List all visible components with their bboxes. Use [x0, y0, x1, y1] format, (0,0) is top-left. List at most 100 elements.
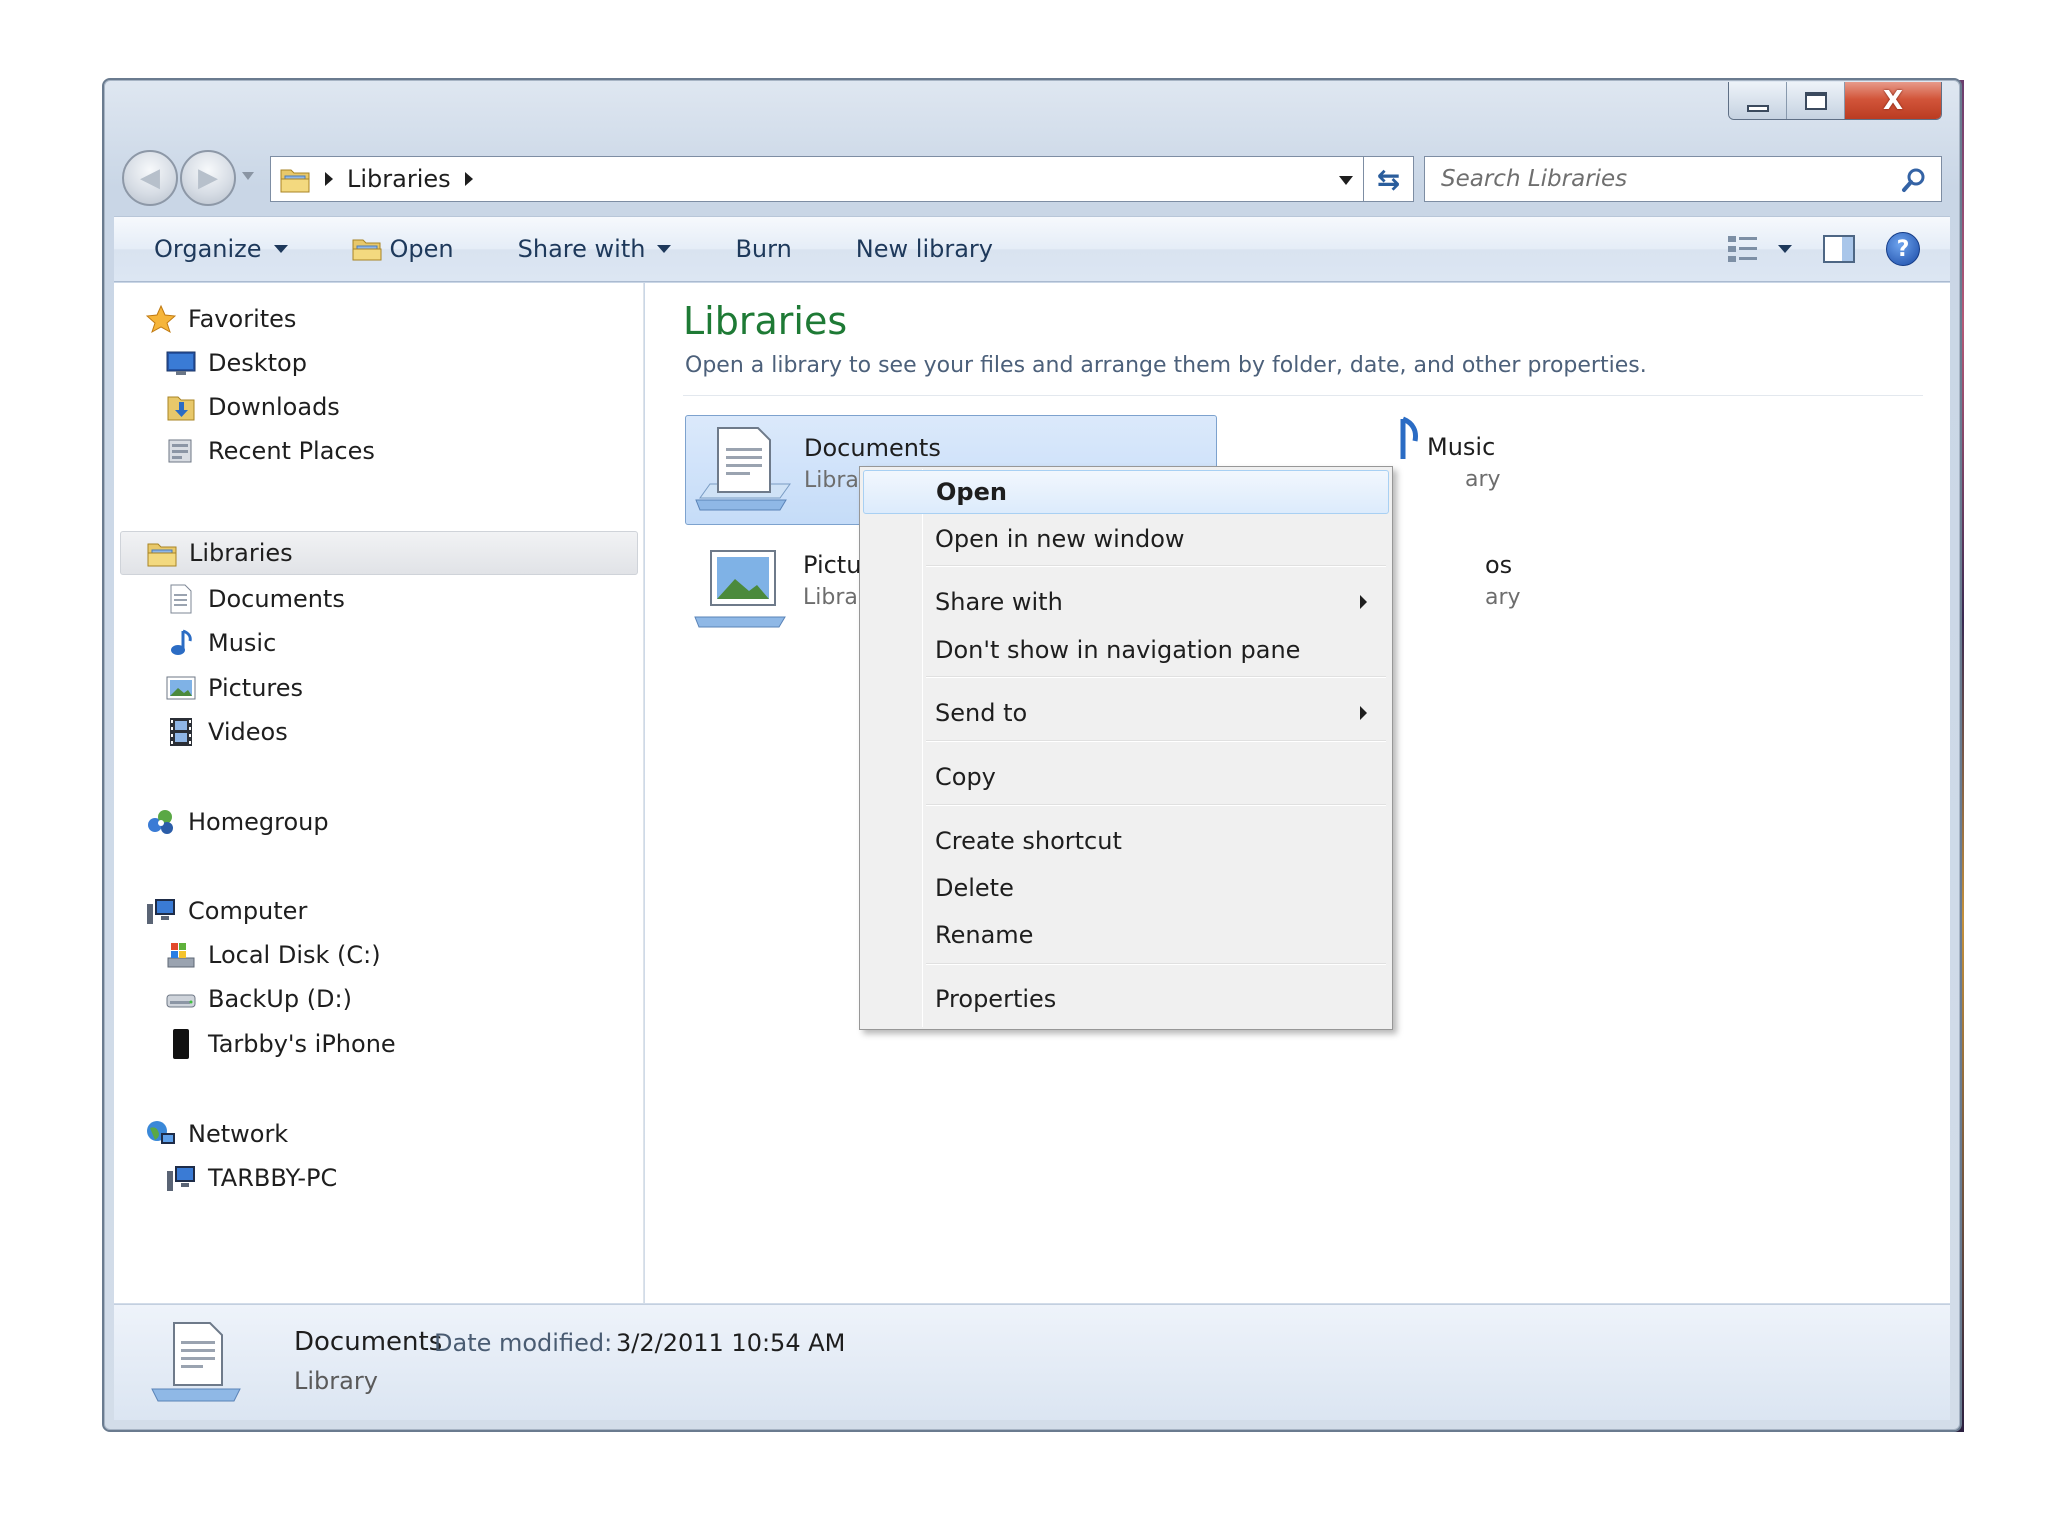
open-folder-icon — [352, 239, 382, 261]
local-disk-icon — [164, 939, 198, 971]
recent-pages-dropdown[interactable] — [242, 172, 254, 180]
pictures-library-icon — [694, 550, 786, 628]
menu-item-label: Share with — [935, 588, 1063, 616]
nav-tarbby-pc[interactable]: TARBBY-PC — [164, 1162, 337, 1194]
nav-computer[interactable]: Computer — [144, 895, 307, 927]
menu-item-properties[interactable]: Properties — [863, 977, 1389, 1021]
refresh-icon: ⇆ — [1376, 162, 1401, 196]
view-controls: ? — [1726, 217, 1920, 281]
burn-label: Burn — [735, 235, 792, 263]
nav-libraries[interactable]: Libraries — [120, 531, 638, 575]
burn-button[interactable]: Burn — [691, 217, 811, 281]
context-menu: Open Open in new window Share with Don't… — [859, 466, 1393, 1030]
nav-network-label: Network — [188, 1120, 289, 1148]
nav-iphone[interactable]: Tarbby's iPhone — [164, 1028, 396, 1060]
nav-local-disk-c[interactable]: Local Disk (C:) — [164, 939, 381, 971]
libraries-folder-icon — [280, 169, 310, 193]
details-date-value: 3/2/2011 10:54 AM — [616, 1329, 846, 1357]
maximize-button[interactable] — [1787, 82, 1845, 119]
submenu-arrow-icon — [1360, 706, 1367, 720]
close-button[interactable]: X — [1845, 82, 1941, 119]
tile-name: Music — [1427, 433, 1496, 461]
documents-library-icon — [151, 1322, 241, 1402]
nav-videos[interactable]: Videos — [164, 716, 288, 748]
preview-pane-icon[interactable] — [1822, 233, 1856, 265]
menu-separator — [926, 676, 1386, 678]
nav-item-label: TARBBY-PC — [208, 1164, 338, 1192]
menu-item-dont-show[interactable]: Don't show in navigation pane — [863, 628, 1389, 672]
nav-recent-places[interactable]: Recent Places — [164, 435, 375, 467]
share-with-label: Share with — [517, 235, 646, 263]
pictures-icon — [164, 672, 198, 704]
address-bar[interactable]: Libraries — [270, 156, 1364, 202]
new-library-button[interactable]: New library — [812, 217, 1013, 281]
address-history-dropdown-icon[interactable] — [1339, 176, 1353, 185]
tile-name: os — [1485, 551, 1513, 579]
view-options-icon — [1728, 236, 1757, 262]
nav-music[interactable]: Music — [164, 627, 276, 659]
menu-item-delete[interactable]: Delete — [863, 866, 1389, 910]
menu-separator — [926, 963, 1386, 965]
command-bar: Organize Open Share with Burn New librar… — [114, 216, 1950, 282]
refresh-button[interactable]: ⇆ — [1364, 156, 1414, 202]
iphone-icon — [164, 1028, 198, 1060]
nav-homegroup[interactable]: Homegroup — [144, 806, 329, 838]
help-icon[interactable]: ? — [1886, 232, 1920, 266]
library-tile-videos[interactable]: os ary — [1485, 533, 1785, 643]
nav-network[interactable]: Network — [144, 1118, 288, 1150]
breadcrumb-chevron-icon[interactable] — [464, 172, 473, 186]
back-arrow-icon: ◀ — [140, 163, 160, 193]
computer-icon — [164, 1162, 198, 1194]
nav-downloads[interactable]: Downloads — [164, 391, 340, 423]
open-button[interactable]: Open — [308, 217, 474, 281]
menu-separator — [926, 565, 1386, 567]
search-box[interactable] — [1424, 156, 1942, 202]
chevron-down-icon — [273, 245, 288, 253]
nav-documents[interactable]: Documents — [164, 583, 345, 615]
share-with-menu[interactable]: Share with — [474, 217, 692, 281]
minimize-button[interactable] — [1729, 82, 1787, 119]
menu-item-label: Delete — [935, 874, 1014, 902]
menu-item-open[interactable]: Open — [863, 470, 1389, 514]
new-library-label: New library — [855, 235, 993, 263]
tile-type: Libra — [804, 468, 859, 493]
forward-button[interactable]: ▶ — [180, 150, 236, 206]
menu-item-create-shortcut[interactable]: Create shortcut — [863, 819, 1389, 863]
network-globe-icon — [144, 1118, 178, 1150]
search-input[interactable] — [1441, 166, 1881, 192]
menu-item-label: Create shortcut — [935, 827, 1122, 855]
menu-item-copy[interactable]: Copy — [863, 755, 1389, 799]
menu-item-send-to[interactable]: Send to — [863, 691, 1389, 735]
library-tile-music[interactable]: Music ary — [1365, 415, 1785, 525]
close-icon: X — [1882, 86, 1904, 116]
tile-name: Documents — [804, 434, 941, 462]
forward-arrow-icon: ▶ — [198, 163, 218, 193]
menu-item-rename[interactable]: Rename — [863, 913, 1389, 957]
search-icon[interactable] — [1901, 167, 1927, 193]
homegroup-icon — [144, 806, 178, 838]
nav-item-label: Local Disk (C:) — [208, 941, 381, 969]
chevron-down-icon — [657, 245, 672, 253]
chevron-down-icon[interactable] — [1778, 245, 1792, 253]
menu-item-open-new-window[interactable]: Open in new window — [863, 517, 1389, 561]
change-view-button[interactable] — [1726, 233, 1792, 265]
nav-desktop[interactable]: Desktop — [164, 347, 307, 379]
navigation-pane: Favorites Desktop Downloads Recent Place… — [114, 283, 644, 1303]
breadcrumb-chevron-icon[interactable] — [325, 172, 333, 186]
organize-menu[interactable]: Organize — [114, 217, 308, 281]
details-pane: Documents Date modified: 3/2/2011 10:54 … — [114, 1304, 1950, 1420]
nav-backup-d[interactable]: BackUp (D:) — [164, 983, 352, 1015]
menu-item-label: Properties — [935, 985, 1057, 1013]
menu-item-label: Rename — [935, 921, 1034, 949]
tile-type: ary — [1485, 585, 1521, 610]
menu-item-share-with[interactable]: Share with — [863, 580, 1389, 624]
nav-item-label: Recent Places — [208, 437, 375, 465]
computer-icon — [144, 895, 178, 927]
nav-favorites[interactable]: Favorites — [144, 303, 296, 335]
breadcrumb-libraries[interactable]: Libraries — [347, 165, 451, 193]
menu-separator — [926, 804, 1386, 806]
nav-pictures[interactable]: Pictures — [164, 672, 303, 704]
tile-type: Libra — [803, 585, 858, 610]
back-button[interactable]: ◀ — [122, 150, 178, 206]
recent-places-icon — [164, 435, 198, 467]
